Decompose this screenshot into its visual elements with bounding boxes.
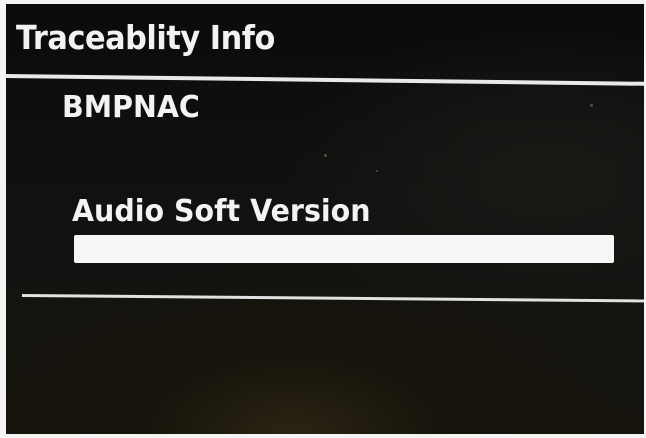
list-item-code[interactable]: BMPNAC bbox=[62, 90, 200, 125]
page-title: Traceablity Info bbox=[16, 18, 275, 57]
screen-dust-speck bbox=[376, 170, 378, 172]
screen-dust-speck bbox=[324, 154, 327, 157]
audio-soft-version-value-field[interactable] bbox=[74, 235, 614, 263]
audio-soft-version-label: Audio Soft Version bbox=[72, 194, 371, 229]
photo-frame: Traceablity Info BMPNAC Audio Soft Versi… bbox=[0, 0, 646, 438]
list-divider bbox=[21, 294, 644, 303]
header-divider bbox=[6, 74, 644, 86]
display-screen: Traceablity Info BMPNAC Audio Soft Versi… bbox=[6, 4, 644, 434]
screen-dust-speck bbox=[590, 104, 593, 107]
